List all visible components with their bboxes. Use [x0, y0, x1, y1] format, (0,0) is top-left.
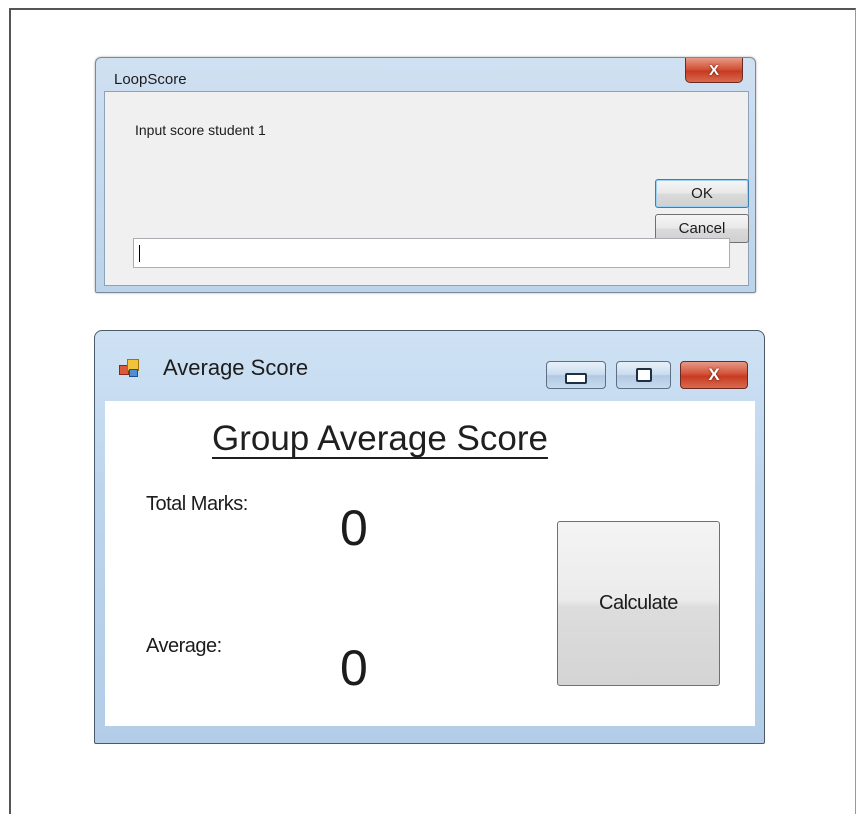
minimize-button[interactable]: [546, 361, 606, 389]
dialog-prompt: Input score student 1: [135, 122, 266, 138]
average-value: 0: [340, 640, 368, 696]
average-score-window: Average Score X Group Average Score Tota…: [94, 330, 765, 744]
score-input[interactable]: [133, 238, 730, 268]
dialog-title: LoopScore: [114, 71, 187, 88]
average-label: Average:: [146, 635, 222, 657]
minimize-icon: [565, 372, 587, 384]
window-client-area: Group Average Score Total Marks: 0 Avera…: [105, 401, 755, 726]
window-title: Average Score: [163, 355, 309, 380]
form-app-icon: [119, 359, 139, 377]
window-close-button[interactable]: X: [680, 361, 748, 389]
maximize-icon: [635, 368, 652, 382]
total-marks-value: 0: [340, 500, 368, 556]
text-caret: [139, 245, 140, 262]
close-icon: X: [708, 61, 719, 79]
maximize-button[interactable]: [616, 361, 671, 389]
dialog-close-button[interactable]: X: [685, 58, 743, 83]
page-title: Group Average Score: [212, 419, 548, 458]
ok-button[interactable]: OK: [655, 179, 749, 208]
calculate-button[interactable]: Calculate: [557, 521, 720, 686]
dialog-client-area: Input score student 1 OK Cancel: [104, 91, 749, 286]
total-marks-label: Total Marks:: [146, 493, 248, 515]
close-icon: X: [708, 365, 720, 384]
